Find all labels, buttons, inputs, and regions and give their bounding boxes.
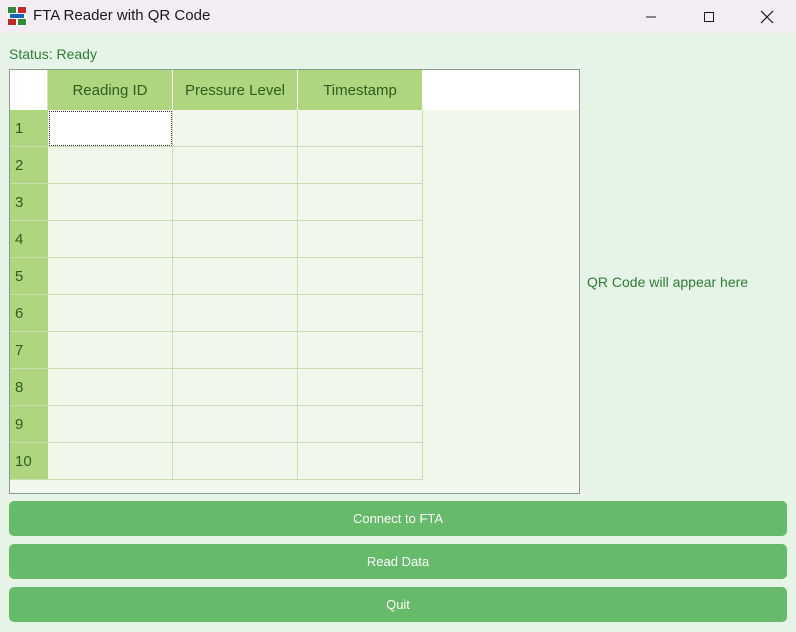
minimize-icon xyxy=(646,16,656,17)
row-header[interactable]: 3 xyxy=(10,184,48,221)
row-header[interactable]: 10 xyxy=(10,443,48,480)
table-cell[interactable] xyxy=(48,295,173,332)
table-cell[interactable] xyxy=(48,258,173,295)
table-cell[interactable] xyxy=(173,110,298,147)
table-cell[interactable] xyxy=(48,147,173,184)
close-button[interactable] xyxy=(738,0,796,33)
table-cell[interactable] xyxy=(298,369,423,406)
table-cell[interactable] xyxy=(48,406,173,443)
table-cell[interactable] xyxy=(48,184,173,221)
table-cell[interactable] xyxy=(298,258,423,295)
table-cell[interactable] xyxy=(298,110,423,147)
app-logo-icon xyxy=(7,6,27,26)
title-bar: FTA Reader with QR Code xyxy=(0,0,796,33)
row-header[interactable]: 9 xyxy=(10,406,48,443)
quit-button[interactable]: Quit xyxy=(9,587,787,622)
table-cell[interactable] xyxy=(173,221,298,258)
connect-button[interactable]: Connect to FTA xyxy=(9,501,787,536)
table-cell[interactable] xyxy=(173,184,298,221)
column-header[interactable]: Pressure Level xyxy=(173,70,298,110)
table-cell[interactable] xyxy=(48,369,173,406)
maximize-icon xyxy=(704,11,714,22)
read-data-button[interactable]: Read Data xyxy=(9,544,787,579)
table-cell[interactable] xyxy=(48,110,173,147)
table-cell[interactable] xyxy=(48,443,173,480)
table-cell[interactable] xyxy=(298,332,423,369)
table-cell[interactable] xyxy=(298,221,423,258)
table-cell[interactable] xyxy=(298,184,423,221)
table-cell[interactable] xyxy=(48,221,173,258)
table-cell[interactable] xyxy=(298,443,423,480)
table-cell[interactable] xyxy=(173,295,298,332)
row-header[interactable]: 5 xyxy=(10,258,48,295)
status-label: Status: Ready xyxy=(9,46,97,62)
row-header[interactable]: 2 xyxy=(10,147,48,184)
row-header[interactable]: 4 xyxy=(10,221,48,258)
column-header[interactable]: Reading ID xyxy=(48,70,173,110)
row-header[interactable]: 8 xyxy=(10,369,48,406)
readings-table[interactable]: Reading ID Pressure Level Timestamp 1 2 3 4 5 6 7… xyxy=(9,69,580,494)
table-cell[interactable] xyxy=(173,258,298,295)
maximize-button[interactable] xyxy=(680,0,738,33)
row-header[interactable]: 6 xyxy=(10,295,48,332)
table-cell[interactable] xyxy=(298,295,423,332)
minimize-button[interactable] xyxy=(622,0,680,33)
table-cell[interactable] xyxy=(173,443,298,480)
close-icon xyxy=(760,10,774,23)
row-header[interactable]: 1 xyxy=(10,110,48,147)
column-header[interactable]: Timestamp xyxy=(298,70,423,110)
table-cell[interactable] xyxy=(48,332,173,369)
row-header[interactable]: 7 xyxy=(10,332,48,369)
table-corner[interactable] xyxy=(10,70,48,110)
window-title: FTA Reader with QR Code xyxy=(33,7,211,24)
qr-placeholder: QR Code will appear here xyxy=(587,274,749,290)
table-cell[interactable] xyxy=(173,147,298,184)
table-cell[interactable] xyxy=(173,369,298,406)
table-cell[interactable] xyxy=(173,332,298,369)
table-cell[interactable] xyxy=(298,406,423,443)
table-cell[interactable] xyxy=(298,147,423,184)
table-cell[interactable] xyxy=(173,406,298,443)
